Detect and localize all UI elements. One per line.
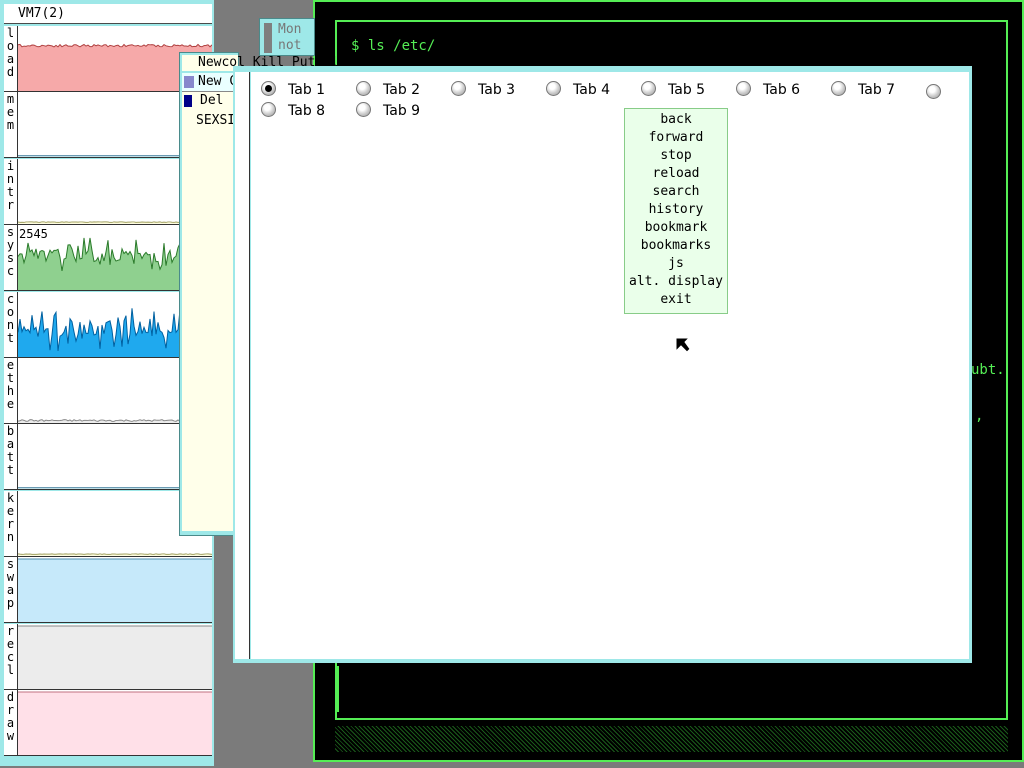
terminal-cursor [337,666,347,712]
tab-1[interactable]: Tab 1 [261,80,325,100]
menu-item-bookmark[interactable]: bookmark [625,219,727,237]
graph-value: 2545 [19,227,48,241]
radio-button-icon[interactable] [926,84,941,99]
radio-button-icon[interactable] [736,81,751,96]
browser-scrollbar[interactable] [235,72,250,659]
menu-item-bookmarks[interactable]: bookmarks [625,237,727,255]
tab-8[interactable]: Tab 8 [261,101,325,121]
acme-column[interactable]: New C Del SEXSI [182,73,238,531]
graph-label: swap [4,557,18,622]
acme-window-tag[interactable]: Del [182,93,238,109]
graph-plot [18,690,212,755]
tab-label[interactable]: Tab 9 [383,103,420,119]
radio-button-icon[interactable] [356,102,371,117]
graph-draw: draw [4,690,212,756]
terminal-output-comma: , [975,408,984,424]
mon-line-1: Mon [278,22,302,37]
acme-window-handle[interactable] [184,95,192,107]
menu-item-back[interactable]: back [625,111,727,129]
tab-5[interactable]: Tab 5 [641,80,705,100]
tab-3[interactable]: Tab 3 [451,80,515,100]
acme-tag-line[interactable]: Newcol Kill Putall Dump Exit [182,55,417,71]
tab-label[interactable]: Tab 6 [763,82,800,98]
graph-plot [18,557,212,622]
graph-label: recl [4,624,18,689]
menu-item-forward[interactable]: forward [625,129,727,147]
tab-label[interactable]: Tab 1 [288,82,325,98]
terminal-command: $ ls /etc/ [351,38,436,54]
graph-recl: recl [4,624,212,690]
radio-button-icon[interactable] [261,102,276,117]
graph-label: intr [4,159,18,224]
graph-label: mem [4,92,18,157]
graph-swap: swap [4,557,212,623]
stats-title: VM7(2) [4,4,212,24]
context-menu: back forward stop reload search history bookma… [624,108,728,314]
tab-9[interactable]: Tab 9 [356,101,420,121]
graph-label: ethe [4,358,18,423]
tab-label[interactable]: Tab 5 [668,82,705,98]
tab-4[interactable]: Tab 4 [546,80,610,100]
terminal-output-fragment: ubt. [971,362,1005,378]
mon-scrollbar[interactable] [264,23,272,53]
acme-window[interactable]: Newcol Kill Putall Dump Exit New C Del S… [179,52,417,536]
tab-7[interactable]: Tab 7 [831,80,895,100]
graph-label: batt [4,424,18,489]
graph-label: draw [4,690,18,755]
acme-column-label[interactable]: New C [198,74,237,89]
radio-button-icon[interactable] [831,81,846,96]
radio-button-icon[interactable] [261,81,276,96]
tab-label[interactable]: Tab 4 [573,82,610,98]
acme-column-handle[interactable] [184,76,194,88]
mon-line-2: not [278,38,302,53]
graph-label: sysc [4,225,18,290]
menu-item-js[interactable]: js [625,255,727,273]
acme-column-tag[interactable]: New C [182,73,238,92]
menu-item-exit[interactable]: exit [625,291,727,309]
tab-label[interactable]: Tab 3 [478,82,515,98]
tab-label[interactable]: Tab 7 [858,82,895,98]
menu-item-history[interactable]: history [625,201,727,219]
browser-window[interactable]: Tab 1 Tab 2 Tab 3 Tab 4 Tab 5 Tab 6 Tab 7 Tab 8… [233,66,972,663]
menu-item-search[interactable]: search [625,183,727,201]
acme-del-label[interactable]: Del [200,93,223,108]
tab-2[interactable]: Tab 2 [356,80,420,100]
graph-label: kern [4,491,18,556]
menu-item-reload[interactable]: reload [625,165,727,183]
radio-button-icon[interactable] [546,81,561,96]
tab-label[interactable]: Tab 8 [288,103,325,119]
mon-window[interactable]: Mon not [259,18,315,56]
menu-item-alt-display[interactable]: alt. display [625,273,727,291]
radio-button-icon[interactable] [641,81,656,96]
radio-button-icon[interactable] [451,81,466,96]
radio-button-icon[interactable] [356,81,371,96]
graph-plot [18,624,212,689]
graph-label: cont [4,292,18,357]
browser-content[interactable]: Tab 1 Tab 2 Tab 3 Tab 4 Tab 5 Tab 6 Tab 7 Tab 8… [251,72,969,659]
terminal-scroll-hatch[interactable] [335,726,1008,752]
tab-6[interactable]: Tab 6 [736,80,800,100]
acme-body-text[interactable]: SEXSI [196,113,235,128]
menu-item-stop[interactable]: stop [625,147,727,165]
graph-label: load [4,26,18,91]
tab-label[interactable]: Tab 2 [383,82,420,98]
mouse-pointer-icon [675,337,691,353]
